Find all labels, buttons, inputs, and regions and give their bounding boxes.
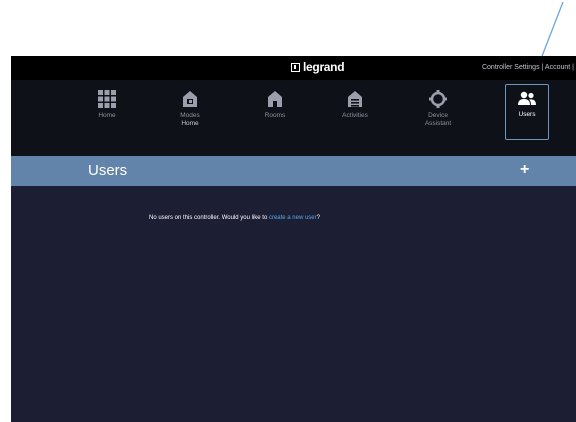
nav-modes-current: Home [181, 120, 199, 127]
plus-icon: + [520, 161, 530, 178]
nav-rooms-label: Rooms [264, 112, 286, 119]
nav-rooms[interactable]: Rooms [245, 90, 305, 120]
section-header: Users + [11, 156, 576, 186]
nav-device-sub: Assistant [424, 120, 452, 127]
top-bar: legrand Controller Settings | Account | [11, 56, 576, 80]
controller-settings-link[interactable]: Controller Settings [482, 64, 540, 71]
nav-users[interactable]: Users [505, 84, 549, 140]
nav-modes-label: Modes [180, 112, 200, 119]
empty-state-message: No users on this controller. Would you l… [11, 215, 576, 221]
create-user-link[interactable]: create a new user [269, 215, 317, 221]
users-icon [518, 91, 536, 105]
grid-icon [98, 90, 116, 108]
empty-state-text: No users on this controller. Would you l… [149, 215, 268, 221]
brand-name: legrand [303, 60, 345, 74]
main-nav: Home Modes Home Rooms Activities Device … [11, 80, 576, 156]
nav-modes[interactable]: Modes Home [160, 90, 220, 128]
gear-icon [429, 90, 447, 108]
nav-device-assistant[interactable]: Device Assistant [408, 90, 468, 128]
link-separator: | [541, 64, 544, 71]
house-icon [268, 91, 282, 107]
nav-activities-label: Activities [342, 112, 368, 119]
link-separator-trailing: | [572, 64, 574, 71]
nav-users-label: Users [518, 111, 536, 118]
add-user-button[interactable]: + [520, 162, 529, 178]
nav-home[interactable]: Home [77, 90, 137, 120]
account-links: Controller Settings | Account | [482, 64, 574, 71]
garage-icon [348, 91, 362, 107]
page-title: Users [88, 162, 128, 179]
nav-home-label: Home [98, 112, 116, 119]
app-window: legrand Controller Settings | Account | … [11, 56, 576, 422]
nav-activities[interactable]: Activities [325, 90, 385, 120]
legrand-logo-icon [291, 62, 300, 72]
nav-device-label: Device [428, 112, 448, 119]
brand-logo: legrand [291, 60, 345, 74]
empty-state-suffix: ? [316, 215, 320, 221]
modes-house-icon [183, 91, 197, 107]
account-link[interactable]: Account [545, 64, 570, 71]
